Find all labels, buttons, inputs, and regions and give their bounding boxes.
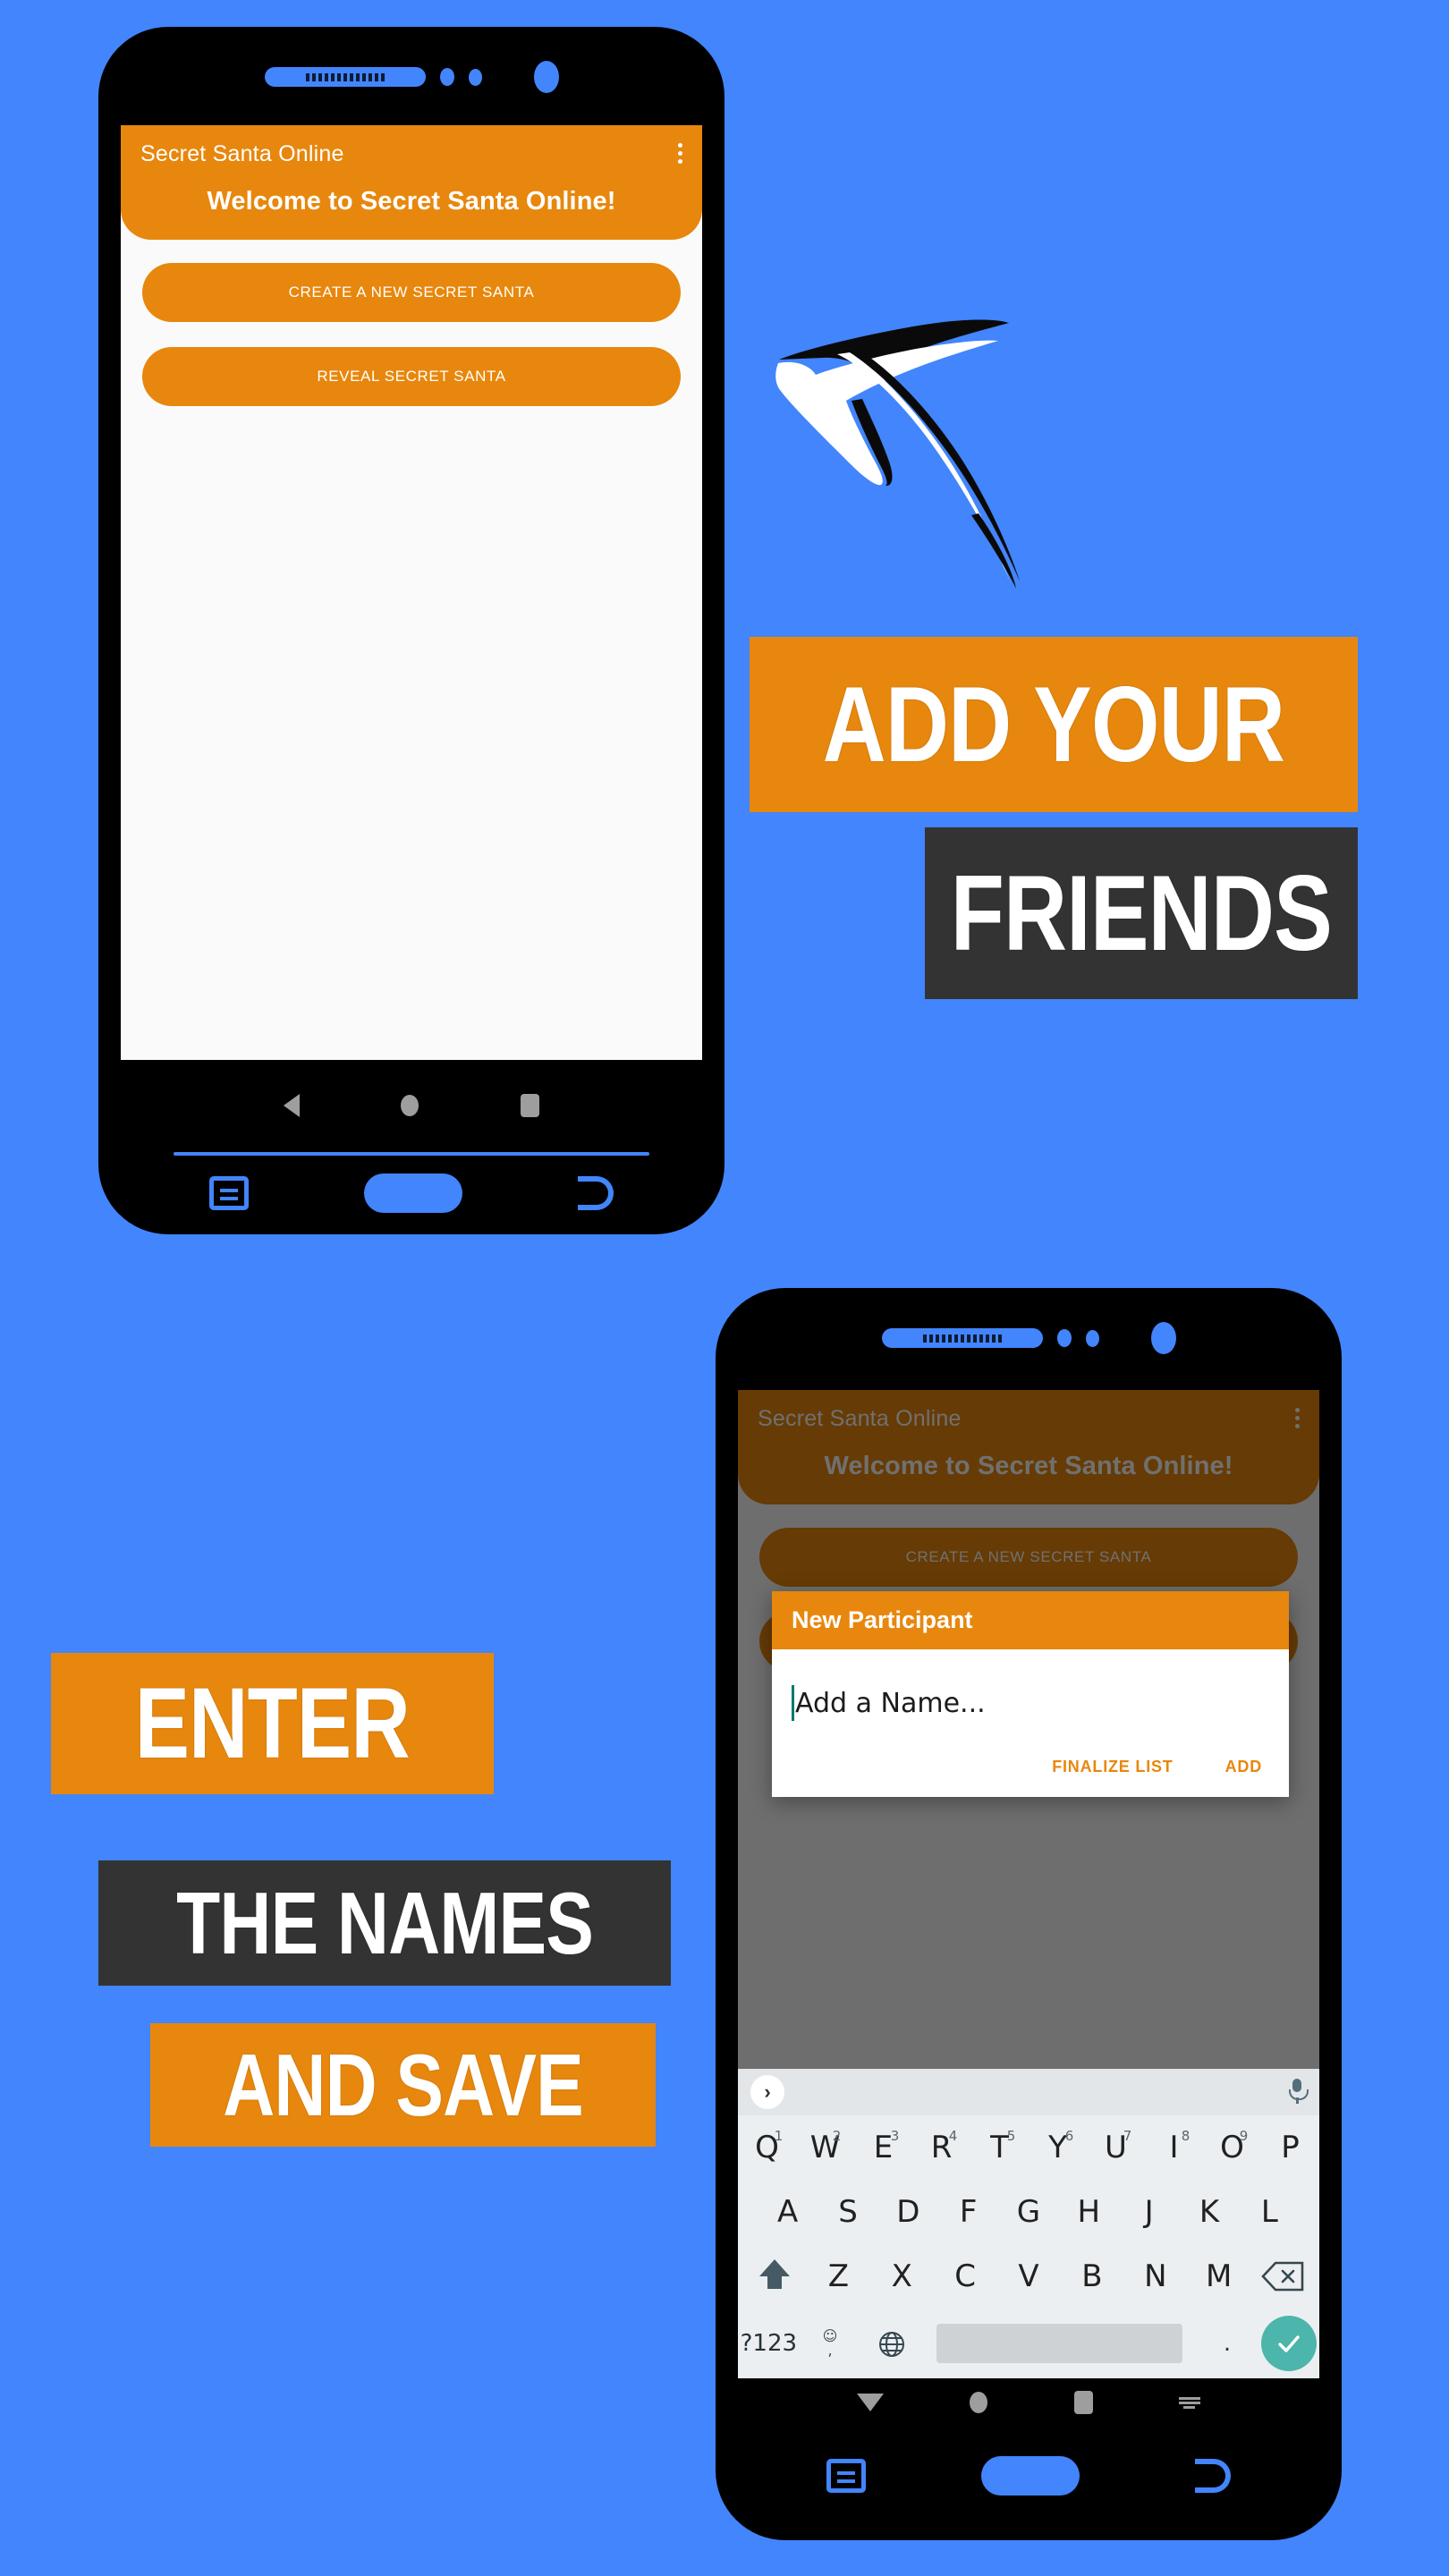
home-circle-icon[interactable] xyxy=(401,1095,419,1116)
language-key[interactable] xyxy=(860,2330,922,2357)
dialog-actions: FINALIZE LIST ADD xyxy=(772,1757,1289,1797)
action-button-area: CREATE A NEW SECRET SANTA REVEAL SECRET … xyxy=(121,240,702,406)
add-button[interactable]: ADD xyxy=(1220,1757,1267,1777)
key-t[interactable]: T5 xyxy=(970,2128,1029,2165)
key-x[interactable]: X xyxy=(870,2258,934,2294)
earpiece-speaker-icon xyxy=(264,67,426,87)
recents-square-icon[interactable] xyxy=(1073,2391,1093,2414)
proximity-sensor-icon xyxy=(1056,1329,1072,1347)
key-k[interactable]: K xyxy=(1179,2194,1239,2230)
period-key[interactable]: . xyxy=(1197,2330,1258,2357)
front-camera-icon xyxy=(533,61,559,93)
key-r[interactable]: R4 xyxy=(912,2128,970,2165)
key-q[interactable]: Q1 xyxy=(738,2128,796,2165)
light-sensor-icon xyxy=(468,68,482,86)
name-input-field[interactable]: Add a Name... xyxy=(792,1685,1269,1721)
hw-back-icon[interactable] xyxy=(1194,2459,1231,2493)
device-divider-line xyxy=(174,1152,649,1156)
hw-menu-icon[interactable] xyxy=(826,2459,867,2493)
dialog-body: Add a Name... xyxy=(772,1649,1289,1757)
earpiece-speaker-icon xyxy=(881,1328,1043,1348)
appbar-top: Secret Santa Online Welcome to Secret Sa… xyxy=(121,125,702,240)
overflow-menu-icon[interactable] xyxy=(678,143,682,164)
key-a[interactable]: A xyxy=(758,2194,818,2230)
phone-top-sensors xyxy=(98,61,724,93)
check-enter-icon xyxy=(1260,2316,1317,2371)
key-b[interactable]: B xyxy=(1060,2258,1123,2294)
front-camera-icon xyxy=(1150,1322,1176,1354)
key-j[interactable]: J xyxy=(1119,2194,1179,2230)
enter-key[interactable] xyxy=(1258,2316,1319,2371)
light-sensor-icon xyxy=(1085,1329,1099,1347)
banner-the-names: THE NAMES xyxy=(98,1860,671,1986)
name-input-placeholder: Add a Name... xyxy=(795,1687,986,1719)
hw-home-pill-icon[interactable] xyxy=(980,2456,1080,2496)
key-l[interactable]: L xyxy=(1240,2194,1300,2230)
soft-keyboard: › Q1 W2 E3 R4 T5 Y6 U7 I8 O9 P A S D F G… xyxy=(738,2069,1319,2378)
comma-label: , xyxy=(827,2342,833,2359)
key-d[interactable]: D xyxy=(878,2194,938,2230)
key-m[interactable]: M xyxy=(1187,2258,1250,2294)
key-h[interactable]: H xyxy=(1059,2194,1119,2230)
hw-back-icon[interactable] xyxy=(577,1176,614,1210)
text-caret xyxy=(792,1685,794,1721)
key-f[interactable]: F xyxy=(938,2194,998,2230)
android-navbar-top xyxy=(98,1094,724,1117)
key-p[interactable]: P xyxy=(1261,2130,1319,2165)
new-participant-dialog: New Participant Add a Name... FINALIZE L… xyxy=(772,1591,1289,1797)
key-c[interactable]: C xyxy=(934,2258,997,2294)
create-new-secret-santa-button[interactable]: CREATE A NEW SECRET SANTA xyxy=(142,263,681,322)
key-e[interactable]: E3 xyxy=(854,2128,912,2165)
recents-square-icon[interactable] xyxy=(521,1094,540,1117)
key-v[interactable]: V xyxy=(997,2258,1061,2294)
reveal-secret-santa-button[interactable]: REVEAL SECRET SANTA xyxy=(142,347,681,406)
android-navbar-bottom xyxy=(716,2391,1342,2414)
microphone-icon[interactable] xyxy=(1287,2079,1309,2106)
backspace-key[interactable] xyxy=(1250,2261,1314,2292)
emoji-comma-key[interactable]: ☺ , xyxy=(800,2329,861,2358)
phone-bottom-sensors xyxy=(716,1322,1342,1354)
banner-add-your: ADD YOUR xyxy=(750,637,1358,812)
key-s[interactable]: S xyxy=(818,2194,877,2230)
banner-and-save: AND SAVE xyxy=(150,2023,656,2147)
key-z[interactable]: Z xyxy=(807,2258,870,2294)
hw-home-pill-icon[interactable] xyxy=(363,1174,462,1213)
expand-suggestions-chevron-icon[interactable]: › xyxy=(750,2075,784,2109)
backspace-icon xyxy=(1260,2261,1304,2292)
key-o[interactable]: O9 xyxy=(1203,2128,1261,2165)
banner-friends: FRIENDS xyxy=(925,827,1358,999)
finalize-list-button[interactable]: FINALIZE LIST xyxy=(1046,1757,1178,1777)
keyboard-switch-icon[interactable] xyxy=(1178,2395,1200,2410)
hardware-buttons-bottom xyxy=(716,2456,1342,2496)
key-u[interactable]: U7 xyxy=(1087,2128,1145,2165)
screen-top: Secret Santa Online Welcome to Secret Sa… xyxy=(121,125,702,1060)
curved-arrow-up-left-icon xyxy=(775,319,1020,589)
keyboard-row-4: ?123 ☺ , . xyxy=(738,2309,1319,2378)
key-w[interactable]: W2 xyxy=(796,2128,854,2165)
key-g[interactable]: G xyxy=(998,2194,1058,2230)
key-i[interactable]: I8 xyxy=(1145,2128,1203,2165)
hw-menu-icon[interactable] xyxy=(209,1176,250,1210)
back-triangle-icon[interactable] xyxy=(283,1094,300,1117)
keyboard-row-3: Z X C V B N M xyxy=(738,2244,1319,2309)
keyboard-row-2: A S D F G H J K L xyxy=(738,2180,1319,2244)
banner-enter: ENTER xyxy=(51,1653,494,1794)
appbar-title: Secret Santa Online xyxy=(140,141,344,166)
hardware-buttons-top xyxy=(98,1174,724,1213)
home-circle-icon[interactable] xyxy=(970,2392,988,2413)
key-n[interactable]: N xyxy=(1123,2258,1187,2294)
hide-keyboard-down-triangle-icon[interactable] xyxy=(857,2394,885,2411)
key-y[interactable]: Y6 xyxy=(1029,2128,1087,2165)
suggestion-bar: › xyxy=(738,2069,1319,2115)
proximity-sensor-icon xyxy=(439,68,454,86)
dialog-title: New Participant xyxy=(772,1591,1289,1649)
globe-icon xyxy=(878,2330,905,2357)
welcome-heading: Welcome to Secret Santa Online! xyxy=(207,187,616,216)
spacebar[interactable] xyxy=(936,2324,1182,2363)
screen-bottom: Secret Santa Online Welcome to Secret Sa… xyxy=(738,1390,1319,2378)
symbols-key[interactable]: ?123 xyxy=(738,2330,800,2357)
keyboard-row-1: Q1 W2 E3 R4 T5 Y6 U7 I8 O9 P xyxy=(738,2115,1319,2180)
